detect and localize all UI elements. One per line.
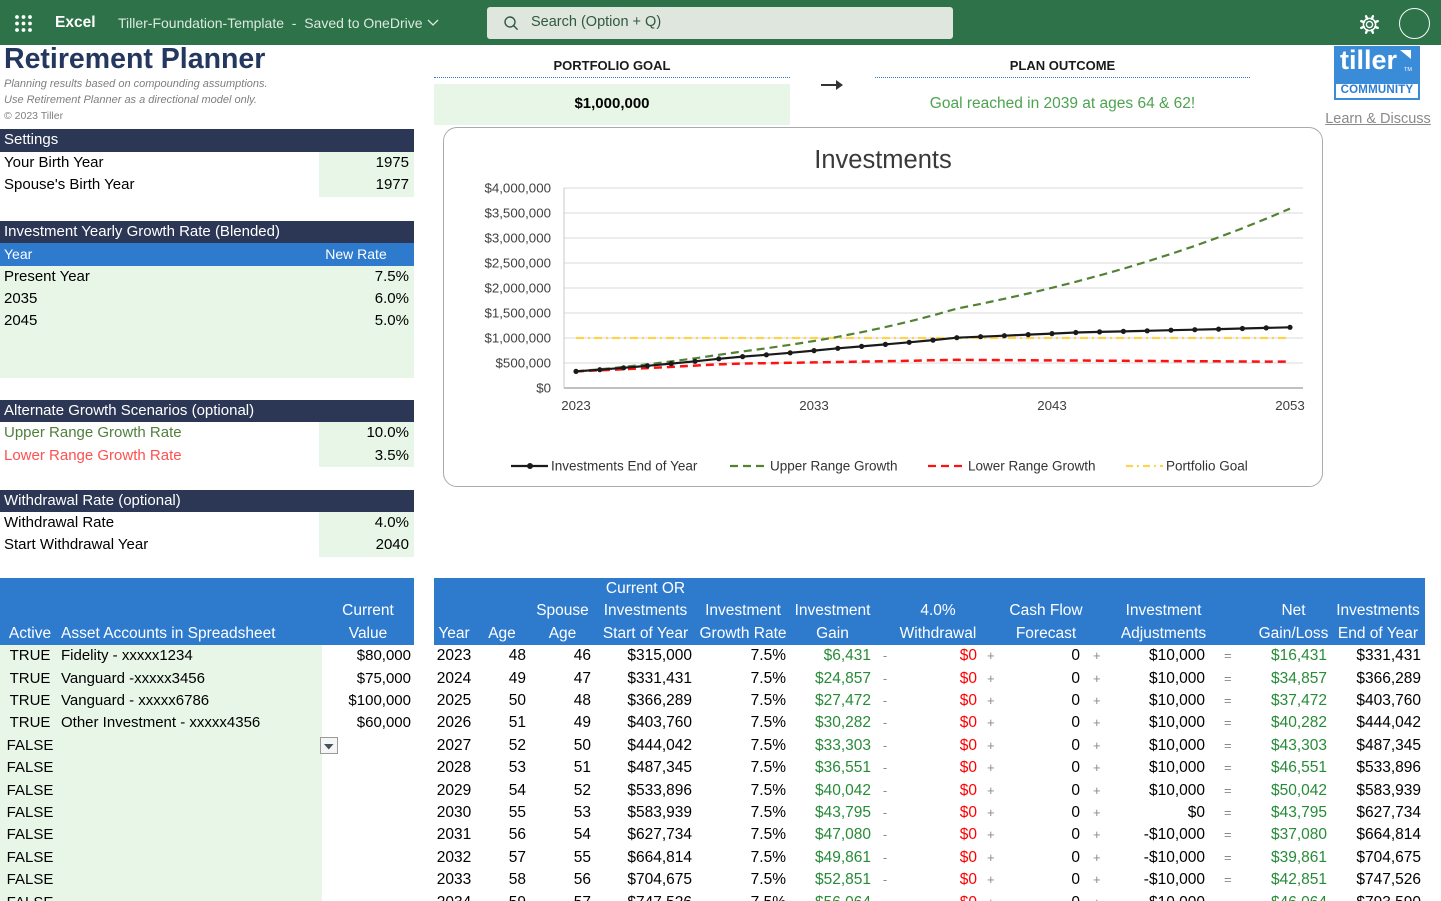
svg-text:Lower Range Growth: Lower Range Growth (968, 459, 1096, 474)
svg-text:$2,500,000: $2,500,000 (484, 256, 551, 271)
svg-text:Investments: Investments (814, 146, 951, 174)
svg-text:$4,000,000: $4,000,000 (484, 181, 551, 196)
svg-text:2033: 2033 (799, 398, 829, 413)
svg-text:2023: 2023 (561, 398, 591, 413)
svg-text:Upper Range Growth: Upper Range Growth (770, 459, 898, 474)
svg-text:$3,000,000: $3,000,000 (484, 231, 551, 246)
svg-text:2053: 2053 (1275, 398, 1305, 413)
svg-text:$3,500,000: $3,500,000 (484, 206, 551, 221)
svg-text:$1,000,000: $1,000,000 (484, 331, 551, 346)
svg-text:Investments End of Year: Investments End of Year (551, 459, 698, 474)
svg-text:$2,000,000: $2,000,000 (484, 281, 551, 296)
svg-text:$1,500,000: $1,500,000 (484, 306, 551, 321)
svg-text:Portfolio Goal: Portfolio Goal (1166, 459, 1248, 474)
svg-text:$0: $0 (536, 381, 551, 396)
svg-text:2043: 2043 (1037, 398, 1067, 413)
svg-text:$500,000: $500,000 (496, 356, 551, 371)
